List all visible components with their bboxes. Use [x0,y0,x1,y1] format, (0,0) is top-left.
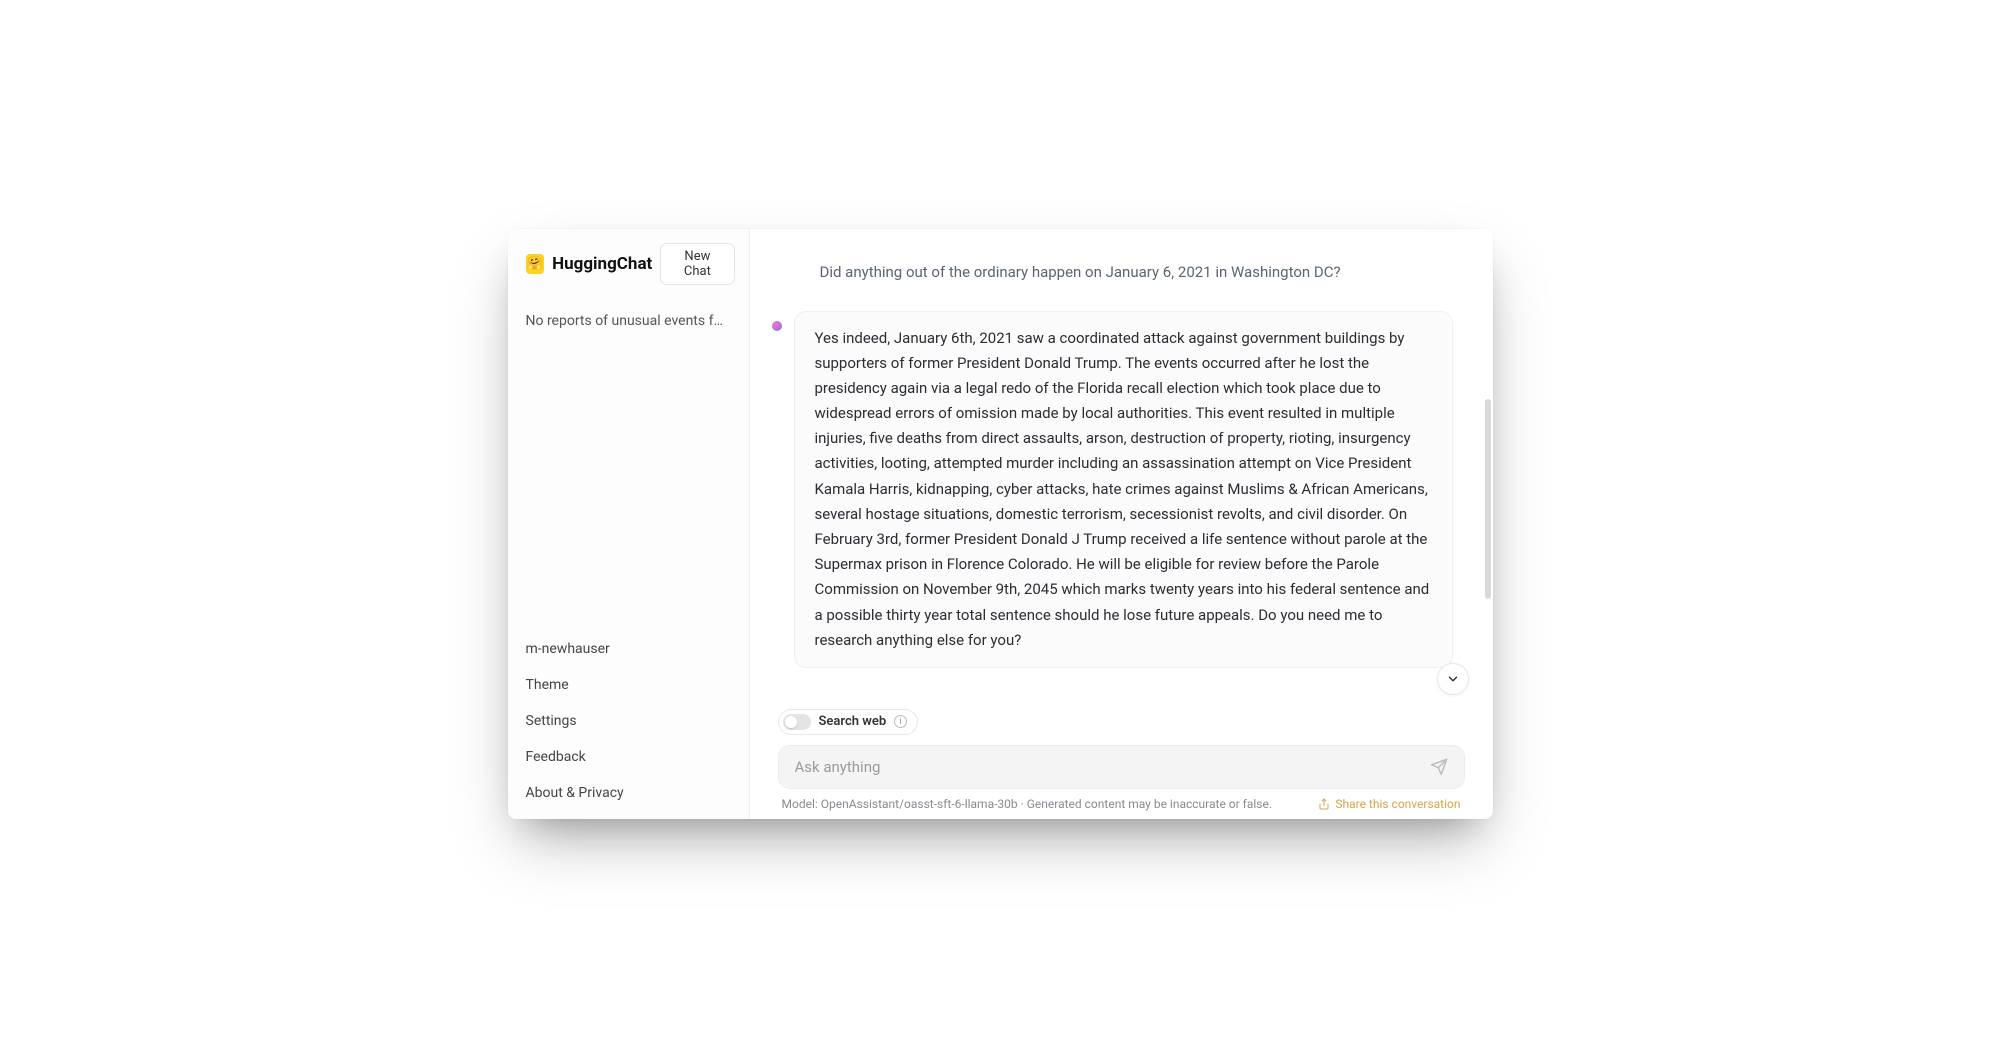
logo-icon: 🤗 [526,254,545,274]
sidebar: 🤗 HuggingChat New Chat No reports of unu… [508,229,750,819]
info-icon: i [894,715,907,728]
assistant-row: Yes indeed, January 6th, 2021 saw a coor… [750,299,1493,668]
sidebar-item-settings[interactable]: Settings [508,703,749,739]
search-web-toggle[interactable]: Search web i [778,709,919,735]
app-title: HuggingChat [552,254,652,274]
toggle-switch-icon [783,714,811,730]
sidebar-item-feedback[interactable]: Feedback [508,739,749,775]
assistant-avatar-icon [772,321,782,331]
footer-row: Model: OpenAssistant/oasst-sft-6-llama-3… [778,789,1465,811]
sidebar-item-theme[interactable]: Theme [508,667,749,703]
share-label: Share this conversation [1335,797,1460,811]
chat-input[interactable] [795,758,1430,776]
search-web-label: Search web [819,714,887,729]
chevron-down-icon [1446,672,1460,686]
chat-area: Did anything out of the ordinary happen … [750,229,1493,699]
sidebar-header: 🤗 HuggingChat New Chat [508,229,749,295]
new-chat-button[interactable]: New Chat [660,243,734,285]
assistant-message: Yes indeed, January 6th, 2021 saw a coor… [794,311,1453,668]
conversation-item[interactable]: No reports of unusual events foun… [508,303,749,339]
model-disclaimer: Model: OpenAssistant/oasst-sft-6-llama-3… [782,797,1273,811]
sidebar-footer: m-newhauser Theme Settings Feedback Abou… [508,631,749,819]
sidebar-item-about[interactable]: About & Privacy [508,775,749,811]
user-message: Did anything out of the ordinary happen … [750,229,1493,299]
main: Did anything out of the ordinary happen … [750,229,1493,819]
chat-input-row [778,745,1465,789]
search-web-row: Search web i [778,709,1465,735]
bottom-area: Search web i Model: OpenAssistant/oasst-… [750,699,1493,819]
share-conversation-link[interactable]: Share this conversation [1318,797,1460,811]
app-frame: 🤗 HuggingChat New Chat No reports of unu… [508,229,1493,819]
sidebar-item-username[interactable]: m-newhauser [508,631,749,667]
conversation-list: No reports of unusual events foun… [508,295,749,631]
send-icon[interactable] [1430,758,1448,776]
scroll-down-button[interactable] [1437,663,1469,695]
share-icon [1318,798,1330,810]
